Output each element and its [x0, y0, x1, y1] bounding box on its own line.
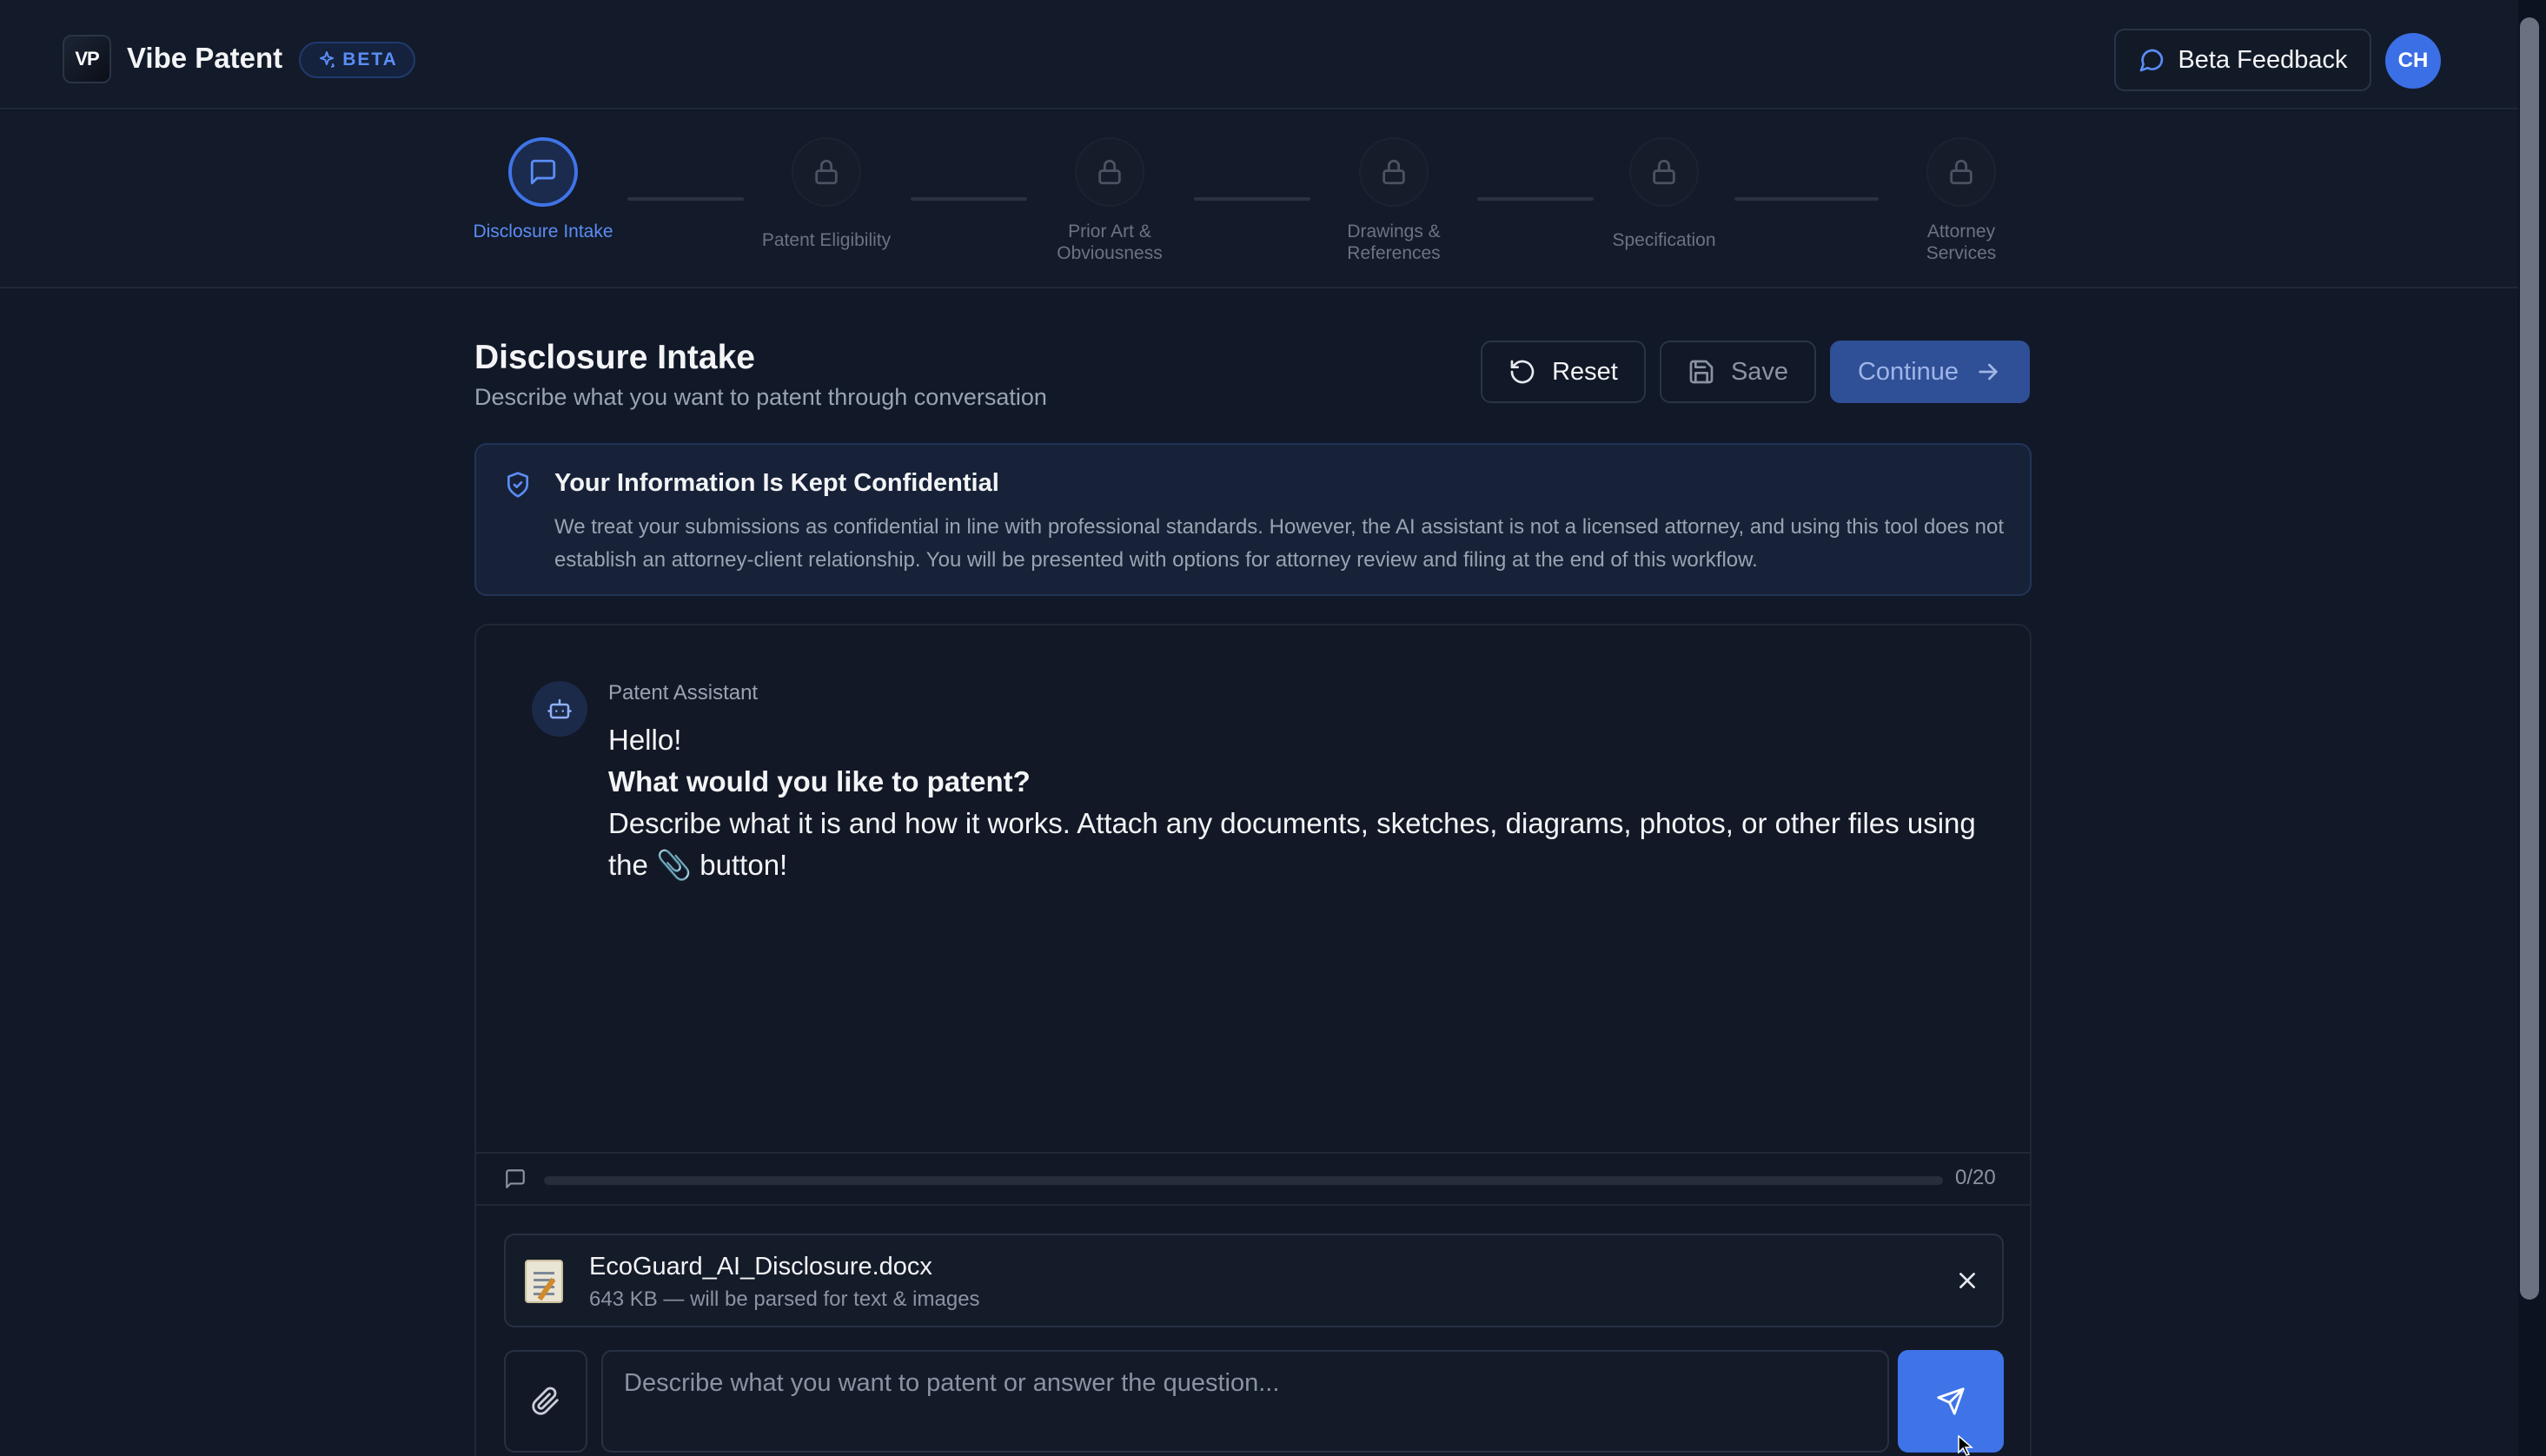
chat-panel: Patent Assistant Hello! What would you l…	[474, 624, 2032, 1456]
page-title: Disclosure Intake	[474, 339, 755, 376]
step-circle	[792, 137, 861, 207]
paperclip-emoji-icon: 📎	[656, 849, 693, 881]
document-icon	[525, 1260, 563, 1303]
instruction-text-end: button!	[692, 849, 788, 881]
lock-icon	[815, 159, 838, 185]
mouse-cursor-icon	[1958, 1435, 1974, 1456]
beta-feedback-button[interactable]: Beta Feedback	[2114, 29, 2371, 91]
rotate-ccw-icon	[1510, 360, 1535, 384]
step-circle	[1629, 137, 1699, 207]
page-subtitle: Describe what you want to patent through…	[474, 384, 1047, 410]
message-instruction: Describe what it is and how it works. At…	[608, 803, 1999, 886]
progress-bar	[544, 1176, 1943, 1185]
attachment-file-name: EcoGuard_AI_Disclosure.docx	[589, 1253, 932, 1281]
message-composer: EcoGuard_AI_Disclosure.docx 643 KB — wil…	[476, 1204, 2030, 1456]
step-label: Attorney Services	[1926, 222, 1997, 263]
close-icon	[1959, 1273, 1975, 1288]
step-label: Specification	[1612, 230, 1716, 250]
message-sender: Patent Assistant	[608, 681, 759, 705]
step-circle	[1926, 137, 1996, 207]
instruction-text: Describe what it is and how it works. At…	[608, 807, 1976, 881]
step-specification: Specification	[1577, 137, 1751, 251]
lock-icon	[1382, 159, 1405, 185]
lock-icon	[1653, 159, 1675, 185]
question-progress: 0/20	[476, 1152, 2030, 1204]
app-title: Vibe Patent	[127, 42, 283, 74]
paperclip-icon	[532, 1387, 559, 1415]
continue-button[interactable]: Continue	[1830, 341, 2030, 403]
send-icon	[1937, 1387, 1965, 1415]
beta-badge: BETA	[299, 42, 415, 78]
top-header: VP Vibe Patent BETA Beta Feedback CH	[0, 0, 2518, 109]
attachment-chip: EcoGuard_AI_Disclosure.docx 643 KB — wil…	[504, 1234, 2004, 1327]
save-button[interactable]: Save	[1660, 341, 1816, 403]
reset-label: Reset	[1552, 357, 1618, 386]
step-label: Drawings & References	[1347, 222, 1441, 263]
send-button[interactable]	[1898, 1350, 2004, 1453]
arrow-right-icon	[1979, 363, 1998, 381]
step-label: Patent Eligibility	[761, 230, 892, 250]
step-connector	[627, 197, 744, 201]
step-circle	[1359, 137, 1429, 207]
message-square-icon	[530, 159, 556, 185]
step-label: Prior Art & Obviousness	[1057, 222, 1163, 263]
step-label: Disclosure Intake	[473, 222, 613, 242]
step-circle	[1075, 137, 1144, 207]
attachment-meta: 643 KB — will be parsed for text & image…	[589, 1287, 980, 1311]
save-label: Save	[1730, 357, 1789, 386]
progress-count: 0/20	[1955, 1166, 1996, 1189]
bot-icon	[547, 698, 572, 719]
chat-bubble-icon	[2140, 49, 2164, 72]
continue-label: Continue	[1857, 357, 1959, 386]
step-connector	[1477, 197, 1594, 201]
workflow-stepper: Disclosure Intake Patent Eligibility Pri…	[0, 111, 2518, 288]
step-patent-eligibility: Patent Eligibility	[739, 137, 913, 251]
assistant-message: Hello! What would you like to patent? De…	[608, 719, 1999, 886]
step-prior-art: Prior Art & Obviousness	[1023, 137, 1197, 264]
message-square-icon	[506, 1169, 525, 1188]
app-logo[interactable]: VP	[63, 35, 111, 83]
message-input[interactable]	[601, 1350, 1889, 1453]
message-greeting: Hello!	[608, 724, 682, 756]
user-avatar[interactable]: CH	[2385, 33, 2441, 89]
notice-title: Your Information Is Kept Confidential	[554, 469, 999, 497]
beta-label: BETA	[342, 50, 398, 69]
reset-button[interactable]: Reset	[1481, 341, 1646, 403]
step-drawings: Drawings & References	[1307, 137, 1481, 264]
scrollbar-thumb[interactable]	[2520, 17, 2539, 1300]
notice-body: We treat your submissions as confidentia…	[554, 515, 2005, 572]
step-attorney-services: Attorney Services	[1874, 137, 2048, 264]
remove-attachment-button[interactable]	[1948, 1261, 1986, 1300]
step-connector	[1734, 197, 1879, 201]
step-connector	[911, 197, 1027, 201]
step-connector	[1194, 197, 1310, 201]
step-disclosure-intake[interactable]: Disclosure Intake	[456, 137, 630, 242]
lock-icon	[1098, 159, 1121, 185]
step-circle	[508, 137, 578, 207]
save-icon	[1689, 360, 1714, 384]
attach-file-button[interactable]	[504, 1350, 587, 1453]
assistant-avatar	[532, 681, 587, 737]
lock-icon	[1950, 159, 1972, 185]
beta-feedback-label: Beta Feedback	[2178, 45, 2348, 74]
shield-check-icon	[507, 472, 528, 498]
confidentiality-notice: Your Information Is Kept Confidential We…	[474, 443, 2032, 596]
sparkle-icon	[320, 51, 335, 68]
message-question: What would you like to patent?	[608, 765, 1031, 797]
app-root: VP Vibe Patent BETA Beta Feedback CH Dis…	[0, 0, 2546, 1456]
